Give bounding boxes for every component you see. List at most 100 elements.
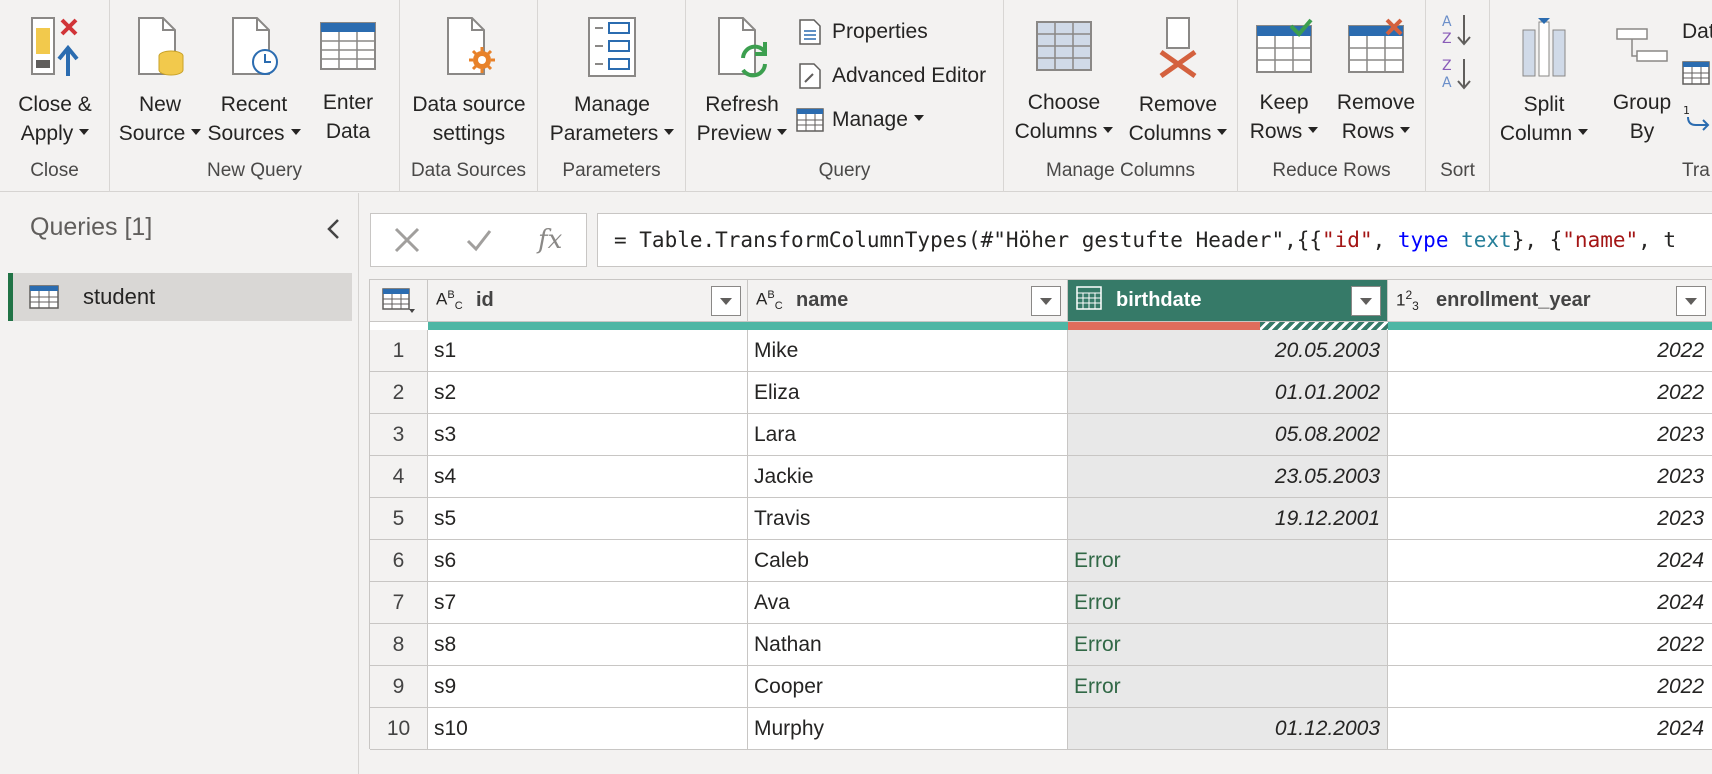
column-header-name[interactable]: ABC name [748,280,1068,322]
query-item-student[interactable]: student [8,273,352,321]
cell-id[interactable]: s3 [428,414,748,456]
cell-name[interactable]: Jackie [748,456,1068,498]
cell-name[interactable]: Cooper [748,666,1068,708]
cell-id[interactable]: s5 [428,498,748,540]
cell-enrollment-year[interactable]: 2024 [1388,582,1712,624]
data-type-label: Dat [1682,20,1712,43]
cell-name[interactable]: Lara [748,414,1068,456]
properties-button[interactable]: Properties [796,14,928,50]
filter-dropdown-id[interactable] [711,286,741,316]
cell-enrollment-year[interactable]: 2024 [1388,540,1712,582]
keep-rows-button[interactable]: Keep Rows [1242,6,1326,146]
row-number[interactable]: 3 [370,414,428,456]
cell-id[interactable]: s6 [428,540,748,582]
group-label-sort: Sort [1440,160,1475,181]
split-column-button[interactable]: Split Column [1494,6,1594,146]
cell-birthdate[interactable]: 23.05.2003 [1068,456,1388,498]
cell-name[interactable]: Travis [748,498,1068,540]
column-header-birthdate[interactable]: birthdate [1068,280,1388,322]
cell-id[interactable]: s9 [428,666,748,708]
cell-birthdate[interactable]: 01.01.2002 [1068,372,1388,414]
cell-birthdate[interactable]: 01.12.2003 [1068,708,1388,750]
table-menu-button[interactable] [370,280,428,322]
formula-commit-button[interactable] [443,214,515,266]
new-source-button[interactable]: New Source [116,6,204,146]
cell-enrollment-year[interactable]: 2022 [1388,666,1712,708]
filter-dropdown-name[interactable] [1031,286,1061,316]
cell-enrollment-year[interactable]: 2023 [1388,414,1712,456]
cell-name[interactable]: Murphy [748,708,1068,750]
formula-fx-button[interactable]: fx [514,214,586,266]
filter-dropdown-enrollment-year[interactable] [1676,286,1706,316]
column-header-id[interactable]: ABC id [428,280,748,322]
group-by-button[interactable]: Group By [1600,6,1684,146]
formula-cancel-button[interactable] [371,214,443,266]
column-header-row: ABC id ABC name birthdate 123 enrollment… [370,280,1712,322]
cell-birthdate[interactable]: Error [1068,582,1388,624]
cell-id[interactable]: s10 [428,708,748,750]
formula-input[interactable]: = Table.TransformColumnTypes(#"Höher ges… [597,213,1712,267]
row-number[interactable]: 2 [370,372,428,414]
cell-id[interactable]: s1 [428,330,748,372]
row-number[interactable]: 5 [370,498,428,540]
sort-descending-button[interactable]: ZA [1440,56,1474,96]
enter-data-button[interactable]: Enter Data [306,6,390,146]
data-type-button[interactable]: Dat [1682,14,1712,50]
row-number[interactable]: 6 [370,540,428,582]
sort-ascending-button[interactable]: AZ [1440,12,1474,52]
manage-parameters-button[interactable]: Manage Parameters [544,6,680,146]
manage-parameters-label: Manage Parameters [550,90,675,148]
choose-columns-button[interactable]: Choose Columns [1014,6,1114,146]
column-name-birthdate: birthdate [1116,289,1202,311]
manage-button[interactable]: Manage [796,102,924,138]
cell-enrollment-year[interactable]: 2022 [1388,372,1712,414]
cell-birthdate[interactable]: Error [1068,540,1388,582]
close-apply-button[interactable]: Close & Apply [8,6,102,146]
cell-name[interactable]: Nathan [748,624,1068,666]
row-number[interactable]: 7 [370,582,428,624]
collapse-pane-chevron-left-icon[interactable] [322,217,346,241]
cell-birthdate[interactable]: 19.12.2001 [1068,498,1388,540]
cell-id[interactable]: s4 [428,456,748,498]
data-grid: ABC id ABC name birthdate 123 enrollment… [369,279,1712,750]
query-item-label: student [83,284,156,309]
cell-name[interactable]: Eliza [748,372,1068,414]
cell-name[interactable]: Mike [748,330,1068,372]
row-number[interactable]: 4 [370,456,428,498]
row-number[interactable]: 8 [370,624,428,666]
remove-rows-button[interactable]: Remove Rows [1330,6,1422,146]
data-source-settings-button[interactable]: Data source settings [404,6,534,146]
quality-bar-birthdate-valid [1260,322,1388,330]
cell-id[interactable]: s2 [428,372,748,414]
row-number[interactable]: 1 [370,330,428,372]
cell-birthdate[interactable]: Error [1068,666,1388,708]
filter-dropdown-birthdate[interactable] [1351,286,1381,316]
row-number[interactable]: 9 [370,666,428,708]
row-number[interactable]: 10 [370,708,428,750]
cell-id[interactable]: s8 [428,624,748,666]
cell-birthdate[interactable]: 05.08.2002 [1068,414,1388,456]
group-label-reduce-rows: Reduce Rows [1272,160,1391,181]
cell-name[interactable]: Caleb [748,540,1068,582]
manage-label: Manage [832,108,908,131]
advanced-editor-button[interactable]: Advanced Editor [796,58,986,94]
cell-enrollment-year[interactable]: 2022 [1388,624,1712,666]
recent-sources-button[interactable]: Recent Sources [206,6,302,146]
cell-birthdate[interactable]: 20.05.2003 [1068,330,1388,372]
power-query-editor: Close & Apply Close New Source Recent So… [0,0,1712,774]
cell-enrollment-year[interactable]: 2024 [1388,708,1712,750]
column-header-enrollment-year[interactable]: 123 enrollment_year [1388,280,1712,322]
cell-enrollment-year[interactable]: 2022 [1388,330,1712,372]
remove-columns-button[interactable]: Remove Columns [1126,6,1230,146]
cell-enrollment-year[interactable]: 2023 [1388,498,1712,540]
replace-values-button[interactable]: 1 [1682,102,1710,138]
cell-id[interactable]: s7 [428,582,748,624]
cell-birthdate[interactable]: Error [1068,624,1388,666]
table-row: 6 s6 Caleb Error 2024 [370,540,1712,582]
refresh-preview-button[interactable]: Refresh Preview [694,6,790,146]
cell-name[interactable]: Ava [748,582,1068,624]
table-row: 1 s1 Mike 20.05.2003 2022 [370,330,1712,372]
cell-enrollment-year[interactable]: 2023 [1388,456,1712,498]
table-row: 9 s9 Cooper Error 2022 [370,666,1712,708]
use-first-row-button[interactable] [1682,58,1710,94]
